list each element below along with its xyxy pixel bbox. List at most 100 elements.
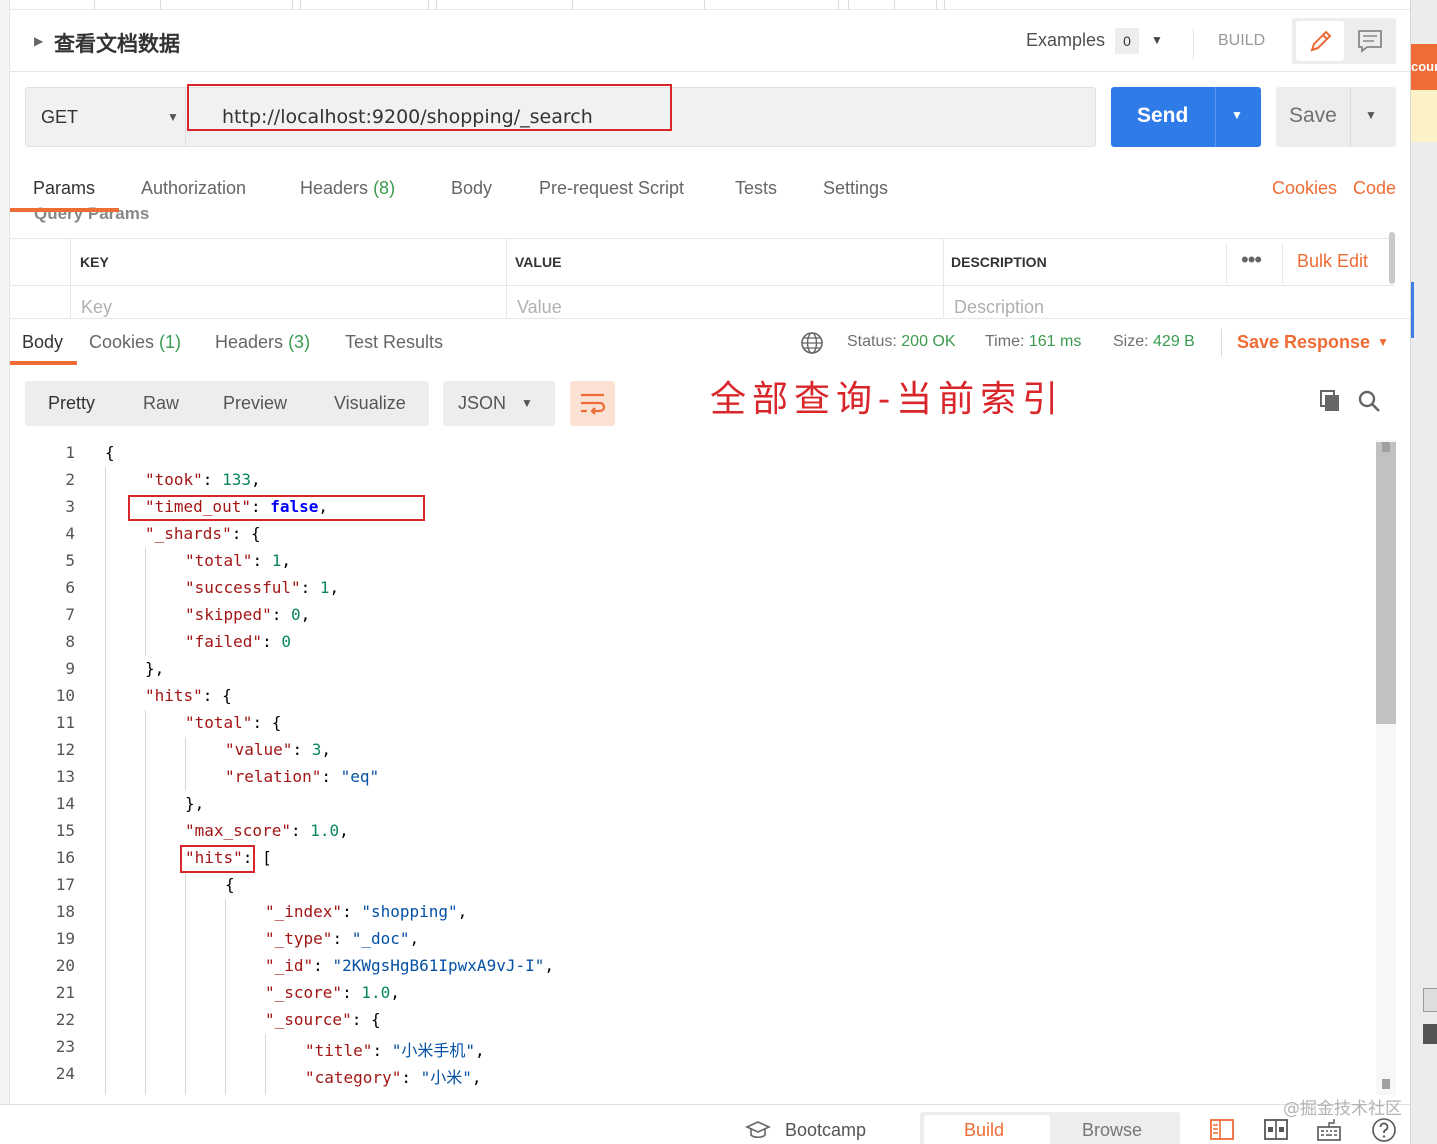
code-token: "_score" [265,983,343,1002]
code-token: }, [185,794,205,813]
bootcamp-link[interactable]: Bootcamp [785,1120,866,1141]
comments-button[interactable] [1346,21,1394,61]
code-token: "max_score" [185,821,291,840]
keyboard-icon[interactable] [1316,1117,1342,1143]
expand-caret-icon[interactable]: ▶ [34,34,43,48]
bulk-edit-link[interactable]: Bulk Edit [1297,251,1368,272]
tab-headers[interactable]: Headers (8) [300,178,395,199]
view-visualize-button[interactable]: Visualize [334,393,406,414]
two-pane-icon[interactable] [1209,1117,1235,1143]
code-token: "value" [225,740,293,759]
status-bar [0,1104,1410,1144]
code-token: 1.0 [361,983,391,1002]
description-input[interactable]: Description [954,297,1044,318]
code-token: : { [252,713,282,732]
chevron-down-icon: ▼ [521,396,533,410]
code-token: , [471,1068,482,1087]
code-line: "_source": { [265,1010,381,1029]
search-icon[interactable] [1357,389,1381,413]
chevron-down-icon[interactable]: ▼ [1377,335,1389,349]
code-token: : [290,821,311,840]
code-token: , [300,605,311,624]
tab-pre-request-script[interactable]: Pre-request Script [539,178,684,199]
response-size: Size: 429 B [1113,333,1195,350]
language-select[interactable]: JSON ▼ [443,381,555,426]
response-tab-cookies[interactable]: Cookies (1) [89,332,181,353]
send-label: Send [1137,104,1189,127]
response-tab-headers[interactable]: Headers (3) [215,332,310,353]
code-line: "value": 3, [225,740,331,759]
send-button[interactable]: Send ▼ [1111,87,1261,147]
side-panel-icon[interactable] [1423,988,1437,1012]
indent-guide [225,899,226,1095]
globe-icon[interactable] [800,331,824,355]
value-input[interactable]: Value [517,297,562,318]
scrollbar[interactable] [1389,232,1395,284]
view-raw-button[interactable]: Raw [143,393,179,414]
code-token: : [202,470,223,489]
code-line: "took": 133, [145,470,261,489]
build-label: BUILD [1218,32,1266,49]
tab-body[interactable]: Body [451,178,492,199]
side-panel-tab[interactable]: cour [1411,44,1437,90]
code-token: , [409,929,420,948]
save-label: Save [1289,104,1337,127]
response-tab-body[interactable]: Body [22,332,63,353]
code-token: "relation" [225,767,322,786]
examples-label[interactable]: Examples [1026,30,1105,51]
code-line: "_score": 1.0, [265,983,400,1002]
line-number: 3 [65,497,75,516]
code-line: "successful": 1, [185,578,339,597]
indent-guide [145,710,146,1095]
code-line: "relation": "eq" [225,767,379,786]
examples-count-badge: 0 [1115,28,1139,54]
layout-icon[interactable] [1263,1117,1289,1143]
response-tab-test-results[interactable]: Test Results [345,332,443,353]
code-token: 1 [271,551,282,570]
method-select[interactable]: GET ▼ [25,87,186,147]
code-line: "max_score": 1.0, [185,821,349,840]
tab-params[interactable]: Params [33,178,95,199]
code-token: "title" [305,1041,373,1060]
tab-tests[interactable]: Tests [735,178,777,199]
column-header-key: KEY [80,254,109,270]
save-response-button[interactable]: Save Response [1237,332,1370,353]
help-icon[interactable] [1371,1117,1397,1143]
code-line: "_id": "2KWgsHgB61IpwxA9vJ-I", [265,956,554,975]
code-token: "小米" [420,1068,472,1087]
build-tab[interactable]: Build [964,1120,1004,1141]
save-button[interactable]: Save ▼ [1276,87,1396,147]
key-input[interactable]: Key [81,297,112,318]
chevron-down-icon[interactable]: ▼ [1231,108,1243,122]
code-token: , [474,1041,485,1060]
edit-button[interactable] [1296,21,1344,61]
chevron-down-icon[interactable]: ▼ [1151,33,1163,47]
view-pretty-button[interactable]: Pretty [48,393,95,414]
line-number: 18 [55,902,75,921]
scroll-up-arrow-icon[interactable] [1382,442,1390,452]
active-tab-indicator [10,208,119,212]
divider [1193,29,1194,59]
line-number: 21 [55,983,75,1002]
tab-authorization[interactable]: Authorization [141,178,246,199]
code-token: "total" [185,551,253,570]
code-token: "_shards" [145,524,232,543]
code-token: "_id" [265,956,314,975]
tab-settings[interactable]: Settings [823,178,888,199]
scrollbar-thumb[interactable] [1376,442,1396,724]
chevron-down-icon[interactable]: ▼ [1365,108,1377,122]
cookies-link[interactable]: Cookies [1272,178,1337,199]
response-body-code[interactable]: 1{2 "took": 133, 3 "timed_out": false, 4 "_sh… [25,440,1375,1095]
request-title[interactable]: 查看文档数据 [54,28,180,58]
more-options-icon[interactable]: ••• [1241,247,1262,273]
line-number: 17 [55,875,75,894]
scroll-down-arrow-icon[interactable] [1382,1079,1390,1089]
browse-tab[interactable]: Browse [1082,1120,1142,1141]
view-preview-button[interactable]: Preview [223,393,287,414]
code-token: : { [351,1010,381,1029]
line-number: 4 [65,524,75,543]
code-token: : [262,632,282,651]
copy-icon[interactable] [1318,389,1342,413]
code-link[interactable]: Code [1353,178,1396,199]
wrap-lines-button[interactable] [570,381,615,426]
